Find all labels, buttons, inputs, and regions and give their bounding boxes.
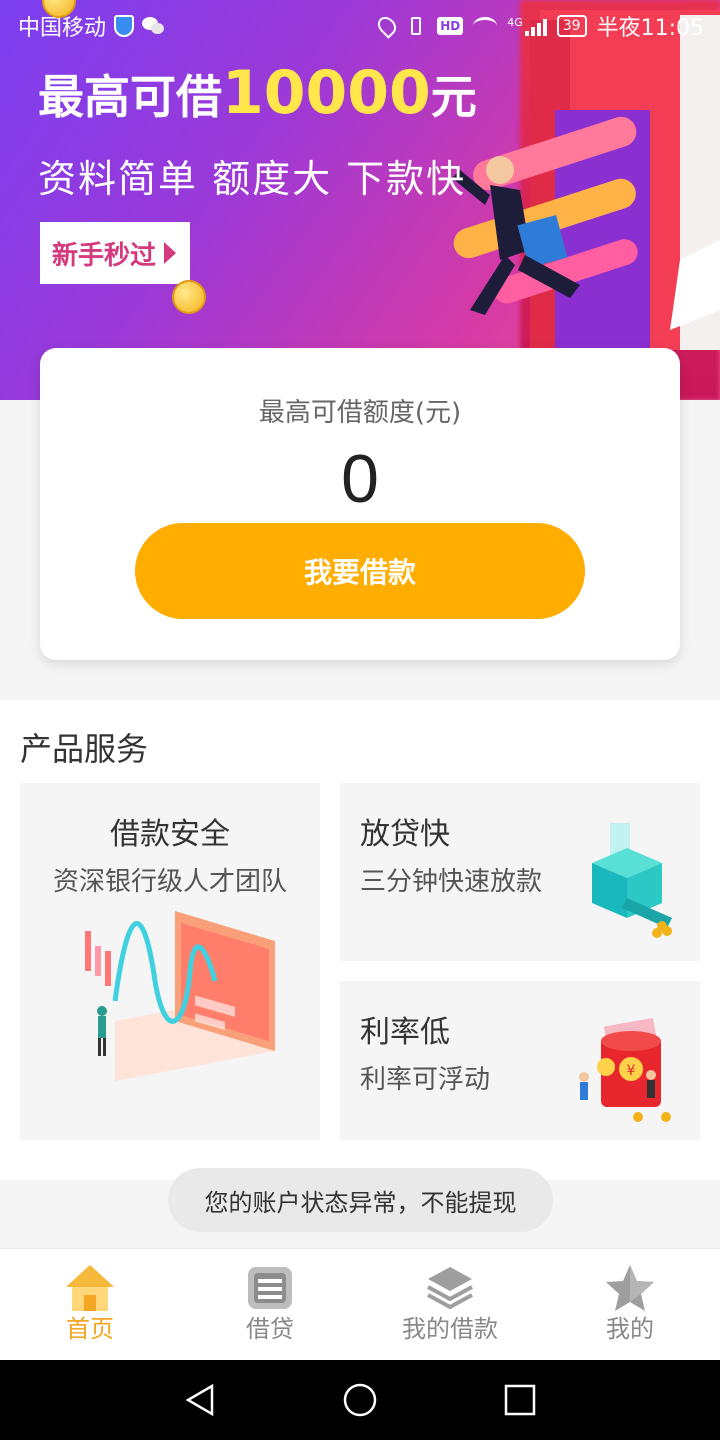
- wechat-icon: [142, 16, 166, 36]
- tab-loan[interactable]: 借贷: [180, 1249, 360, 1361]
- banner-title: 最高可借10000元: [38, 58, 477, 128]
- credit-limit-label: 最高可借额度(元): [258, 398, 462, 428]
- toast-message: 您的账户状态异常，不能提现: [168, 1168, 553, 1232]
- service-title: 借款安全: [110, 817, 230, 852]
- banner-title-amount: 10000: [222, 58, 431, 128]
- product-services-section: 产品服务 借款安全 资深银行级人才团队 放贷快 三分钟快速放款 利率低 利率可浮…: [0, 700, 720, 1180]
- banner-cta-label: 新手秒过: [52, 240, 157, 271]
- battery-icon: 39: [556, 15, 587, 37]
- banner-cta-button[interactable]: 新手秒过: [40, 222, 190, 284]
- tab-label: 借贷: [246, 1315, 294, 1343]
- banner-title-prefix: 最高可借: [38, 70, 222, 124]
- runner-illustration: [430, 110, 650, 350]
- wifi-icon: [473, 17, 498, 35]
- vibrate-icon: [405, 15, 427, 37]
- loan-icon: [248, 1267, 292, 1309]
- home-nav-icon[interactable]: [342, 1382, 378, 1418]
- tab-label: 首页: [66, 1315, 114, 1343]
- system-nav-bar: [0, 1360, 720, 1440]
- cube-illustration: [572, 823, 682, 943]
- recents-icon[interactable]: [502, 1382, 538, 1418]
- back-icon[interactable]: [182, 1382, 218, 1418]
- hd-icon: HD: [437, 17, 464, 35]
- clock-label: 半夜11:05: [596, 16, 704, 41]
- credit-limit-card: 最高可借额度(元) 0 我要借款: [40, 348, 680, 660]
- service-tile-safety[interactable]: 借款安全 资深银行级人才团队: [20, 783, 320, 1140]
- tab-my-loans[interactable]: 我的借款: [360, 1249, 540, 1361]
- network-label: 4G: [507, 15, 523, 29]
- borrow-button[interactable]: 我要借款: [135, 523, 585, 619]
- location-icon: [374, 13, 400, 39]
- red-envelope-illustration: ¥: [576, 1017, 686, 1127]
- arrow-right-icon: [164, 242, 177, 264]
- svg-text:¥: ¥: [627, 1063, 636, 1079]
- section-heading: 产品服务: [20, 730, 149, 768]
- tab-label: 我的: [606, 1315, 654, 1343]
- service-desc: 资深银行级人才团队: [52, 867, 287, 897]
- credit-limit-value: 0: [341, 441, 379, 517]
- bottom-tab-bar: 首页 借贷 我的借款 我的: [0, 1248, 720, 1360]
- service-tile-fast[interactable]: 放贷快 三分钟快速放款: [340, 783, 700, 961]
- coin-icon: [172, 280, 206, 314]
- home-icon: [66, 1265, 114, 1311]
- tab-home[interactable]: 首页: [0, 1249, 180, 1361]
- laptop-chart-illustration: [75, 901, 295, 1101]
- star-icon: [606, 1265, 654, 1311]
- banner-subtitle: 资料简单 额度大 下款快: [38, 157, 467, 201]
- promo-banner[interactable]: 中国移动 HD 4G 39 半夜11:05 最高可借10000元 资料简单 额度…: [0, 0, 720, 400]
- status-bar: 中国移动 HD 4G 39 半夜11:05: [0, 0, 720, 50]
- layers-icon: [427, 1267, 473, 1310]
- signal-icon: [524, 16, 547, 36]
- banner-title-suffix: 元: [430, 70, 477, 124]
- shield-icon: [114, 15, 135, 37]
- tab-mine[interactable]: 我的: [540, 1249, 720, 1361]
- tab-label: 我的借款: [402, 1315, 498, 1343]
- service-tile-low-rate[interactable]: 利率低 利率可浮动 ¥: [340, 981, 700, 1140]
